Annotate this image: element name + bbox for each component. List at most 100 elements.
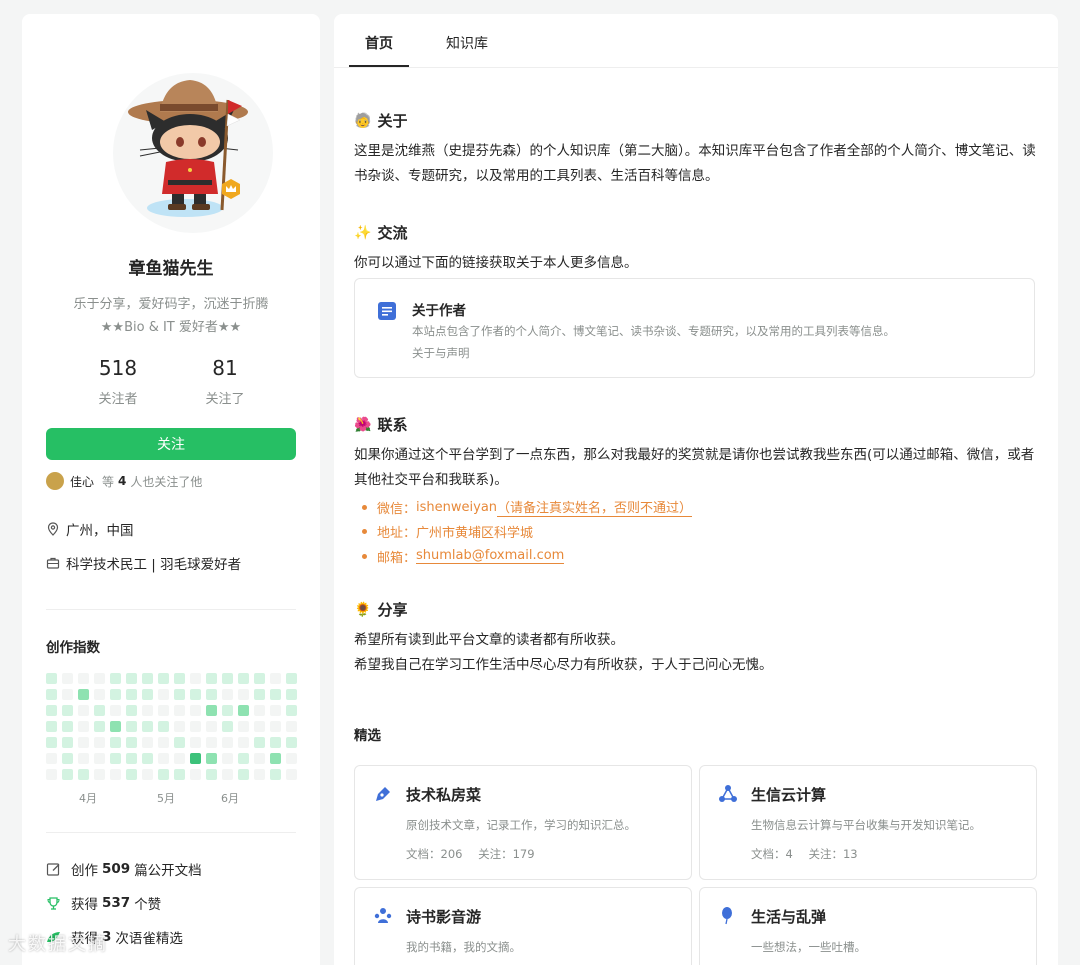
featured-card-bio-cloud[interactable]: 生信云计算 生物信息云计算与平台收集与开发知识笔记。 文档：4 关注：13 [699, 765, 1037, 880]
heatmap-cell[interactable] [238, 737, 249, 748]
email-link[interactable]: shumlab@foxmail.com [416, 548, 565, 565]
heatmap-cell[interactable] [78, 705, 89, 716]
heatmap-cell[interactable] [142, 769, 153, 780]
heatmap-cell[interactable] [206, 673, 217, 684]
heatmap-cell[interactable] [110, 705, 121, 716]
heatmap-cell[interactable] [286, 721, 297, 732]
heatmap-cell[interactable] [286, 737, 297, 748]
heatmap-cell[interactable] [142, 673, 153, 684]
heatmap-cell[interactable] [142, 721, 153, 732]
heatmap-cell[interactable] [206, 769, 217, 780]
heatmap-cell[interactable] [110, 769, 121, 780]
heatmap-cell[interactable] [78, 721, 89, 732]
wechat-note-link[interactable]: （请备注真实姓名，否则不通过） [497, 497, 693, 518]
heatmap-cell[interactable] [270, 769, 281, 780]
heatmap-cell[interactable] [238, 673, 249, 684]
heatmap-cell[interactable] [190, 673, 201, 684]
heatmap-cell[interactable] [190, 737, 201, 748]
heatmap-cell[interactable] [62, 769, 73, 780]
heatmap-cell[interactable] [158, 721, 169, 732]
heatmap-cell[interactable] [78, 769, 89, 780]
heatmap-cell[interactable] [94, 705, 105, 716]
heatmap-cell[interactable] [190, 753, 201, 764]
heatmap-cell[interactable] [62, 737, 73, 748]
heatmap-cell[interactable] [206, 721, 217, 732]
about-author-card[interactable]: 关于作者 本站点包含了作者的个人简介、博文笔记、读书杂谈、专题研究，以及常用的工… [354, 278, 1035, 378]
heatmap-cell[interactable] [158, 689, 169, 700]
heatmap-cell[interactable] [270, 753, 281, 764]
heatmap-cell[interactable] [78, 737, 89, 748]
heatmap-cell[interactable] [206, 737, 217, 748]
heatmap-cell[interactable] [270, 705, 281, 716]
heatmap-cell[interactable] [190, 769, 201, 780]
heatmap-cell[interactable] [94, 769, 105, 780]
heatmap-cell[interactable] [110, 689, 121, 700]
heatmap-cell[interactable] [270, 689, 281, 700]
heatmap-cell[interactable] [286, 673, 297, 684]
heatmap-cell[interactable] [286, 769, 297, 780]
heatmap-cell[interactable] [190, 705, 201, 716]
heatmap-cell[interactable] [126, 721, 137, 732]
heatmap-cell[interactable] [142, 737, 153, 748]
heatmap-cell[interactable] [222, 769, 233, 780]
heatmap-cell[interactable] [270, 673, 281, 684]
heatmap-cell[interactable] [222, 721, 233, 732]
featured-card-tech[interactable]: 技术私房菜 原创技术文章，记录工作，学习的知识汇总。 文档：206 关注：179 [354, 765, 692, 880]
follow-button[interactable]: 关注 [46, 428, 296, 460]
heatmap-cell[interactable] [206, 753, 217, 764]
heatmap-cell[interactable] [62, 753, 73, 764]
heatmap-cell[interactable] [110, 737, 121, 748]
heatmap-cell[interactable] [222, 689, 233, 700]
heatmap-cell[interactable] [126, 689, 137, 700]
heatmap-cell[interactable] [222, 737, 233, 748]
heatmap-cell[interactable] [78, 673, 89, 684]
heatmap-cell[interactable] [62, 689, 73, 700]
heatmap-cell[interactable] [142, 753, 153, 764]
heatmap-cell[interactable] [222, 753, 233, 764]
heatmap-cell[interactable] [254, 689, 265, 700]
heatmap-cell[interactable] [206, 705, 217, 716]
heatmap-cell[interactable] [110, 753, 121, 764]
heatmap-cell[interactable] [126, 753, 137, 764]
heatmap-cell[interactable] [126, 769, 137, 780]
heatmap-cell[interactable] [126, 705, 137, 716]
heatmap-cell[interactable] [46, 721, 57, 732]
heatmap-cell[interactable] [158, 705, 169, 716]
tab-home[interactable]: 首页 [365, 33, 393, 53]
featured-card-life[interactable]: 生活与乱弹 一些想法，一些吐槽。 [699, 887, 1037, 965]
heatmap-cell[interactable] [142, 705, 153, 716]
heatmap-cell[interactable] [110, 721, 121, 732]
heatmap-cell[interactable] [158, 769, 169, 780]
heatmap-cell[interactable] [94, 721, 105, 732]
heatmap-cell[interactable] [222, 673, 233, 684]
heatmap-cell[interactable] [238, 769, 249, 780]
heatmap-cell[interactable] [270, 721, 281, 732]
heatmap-cell[interactable] [174, 769, 185, 780]
featured-card-books[interactable]: 诗书影音游 我的书籍，我的文摘。 [354, 887, 692, 965]
heatmap-cell[interactable] [94, 689, 105, 700]
heatmap-cell[interactable] [158, 673, 169, 684]
heatmap-cell[interactable] [46, 769, 57, 780]
heatmap-cell[interactable] [222, 705, 233, 716]
heatmap-cell[interactable] [286, 689, 297, 700]
heatmap-cell[interactable] [46, 689, 57, 700]
heatmap-cell[interactable] [174, 705, 185, 716]
tab-knowledge-base[interactable]: 知识库 [446, 33, 488, 53]
heatmap-cell[interactable] [190, 689, 201, 700]
heatmap-cell[interactable] [62, 673, 73, 684]
heatmap-cell[interactable] [46, 673, 57, 684]
heatmap-cell[interactable] [174, 753, 185, 764]
heatmap-cell[interactable] [254, 721, 265, 732]
heatmap-cell[interactable] [254, 769, 265, 780]
heatmap-cell[interactable] [254, 673, 265, 684]
heatmap-cell[interactable] [238, 705, 249, 716]
heatmap-cell[interactable] [94, 737, 105, 748]
heatmap-cell[interactable] [158, 737, 169, 748]
heatmap-cell[interactable] [126, 673, 137, 684]
heatmap-cell[interactable] [174, 721, 185, 732]
followers-stat[interactable]: 518 关注者 [68, 356, 168, 407]
heatmap-cell[interactable] [286, 753, 297, 764]
heatmap-cell[interactable] [238, 721, 249, 732]
heatmap-cell[interactable] [126, 737, 137, 748]
heatmap-cell[interactable] [142, 689, 153, 700]
